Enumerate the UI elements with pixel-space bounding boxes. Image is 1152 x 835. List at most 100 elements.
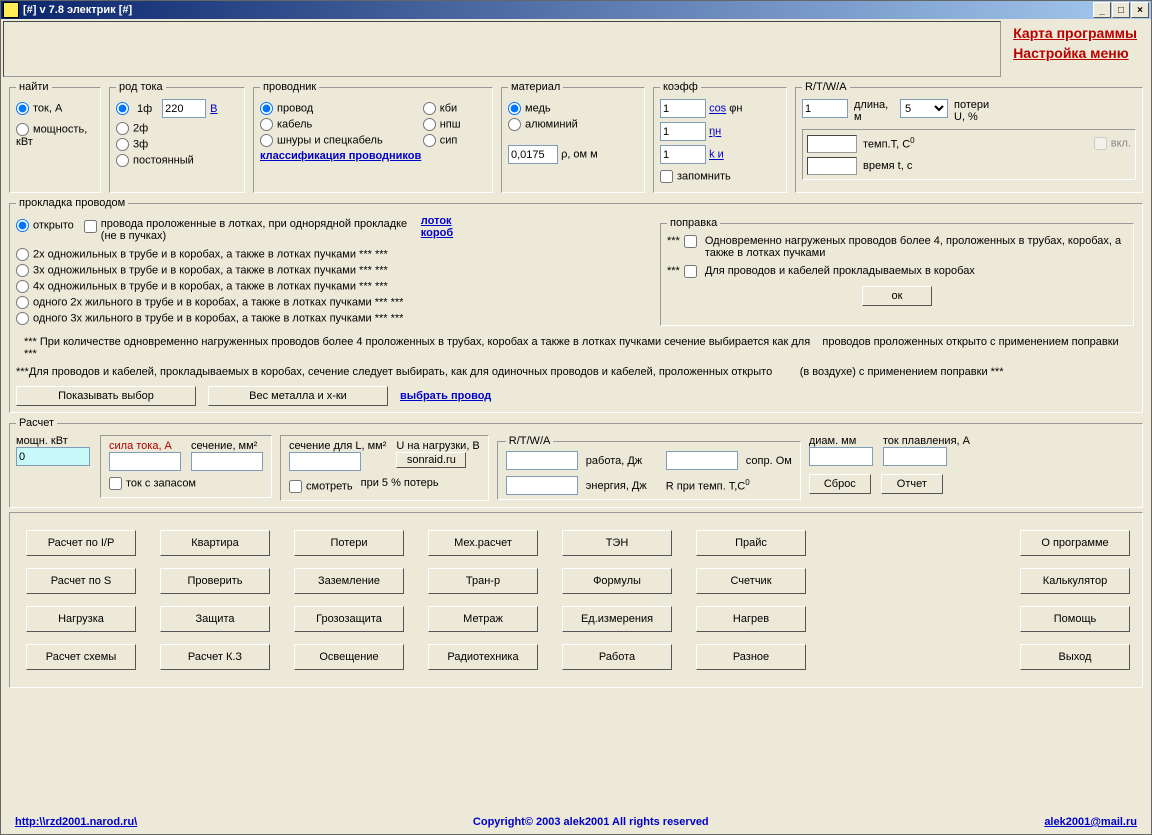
footer-url[interactable]: http:\\rzd2001.narod.ru\ [15, 816, 137, 828]
btn-radio[interactable]: Радиотехника [428, 644, 538, 670]
time-display [807, 157, 857, 175]
btn-metraj[interactable]: Метраж [428, 606, 538, 632]
ok-button[interactable]: ок [862, 286, 932, 306]
length-input[interactable] [802, 99, 848, 118]
tokpl-display [883, 447, 947, 466]
lotok-link[interactable]: лоток [421, 215, 452, 227]
sonraid-button[interactable]: sonraid.ru [396, 452, 466, 468]
btn-help[interactable]: Помощь [1020, 606, 1130, 632]
lay-r4[interactable]: одного 2х жильного в трубе и в коробах, … [16, 296, 646, 309]
mat-med[interactable]: медь [508, 102, 638, 115]
rho-input[interactable] [508, 145, 558, 164]
note2: ***Для проводов и кабелей, прокладываемы… [16, 366, 1136, 378]
btn-ten[interactable]: ТЭН [562, 530, 672, 556]
btn-kalk[interactable]: Калькулятор [1020, 568, 1130, 594]
otchet-button[interactable]: Отчет [881, 474, 943, 494]
btn-ed[interactable]: Ед.измерения [562, 606, 672, 632]
btn-price[interactable]: Прайс [696, 530, 806, 556]
btn-mex[interactable]: Мех.расчет [428, 530, 538, 556]
btn-nagrev[interactable]: Нагрев [696, 606, 806, 632]
prov-kbi[interactable]: кби [423, 102, 461, 115]
smotret-check[interactable]: смотреть [289, 480, 353, 493]
choose-link[interactable]: выбрать провод [400, 390, 491, 402]
btn-ip[interactable]: Расчет по I/P [26, 530, 136, 556]
rod-3f[interactable]: 3ф [116, 138, 238, 151]
btn-osvesh[interactable]: Освещение [294, 644, 404, 670]
map-link[interactable]: Карта программы [1013, 25, 1137, 41]
lay-open[interactable]: открыто [16, 219, 74, 232]
ki-input[interactable] [660, 145, 706, 164]
diam-display [809, 447, 873, 466]
energ-display [506, 476, 578, 495]
lay-legend: прокладка проводом [16, 197, 128, 209]
btn-zashita[interactable]: Защита [160, 606, 270, 632]
btn-formuly[interactable]: Формулы [562, 568, 672, 594]
btn-nagruzka[interactable]: Нагрузка [26, 606, 136, 632]
show-button[interactable]: Показывать выбор [16, 386, 196, 406]
btn-poteri[interactable]: Потери [294, 530, 404, 556]
find-tok[interactable]: ток, А [16, 102, 94, 115]
btn-exit[interactable]: Выход [1020, 644, 1130, 670]
lay-r5[interactable]: одного 3х жильного в трубе и в коробах, … [16, 312, 646, 325]
btn-s[interactable]: Расчет по S [26, 568, 136, 594]
sechL-label: сечение для L, мм² [289, 440, 386, 452]
ki-link[interactable]: k и [709, 149, 724, 161]
footer-mail[interactable]: alek2001@mail.ru [1044, 816, 1137, 828]
lay-r3[interactable]: 4х одножильных в трубе и в коробах, а та… [16, 280, 646, 293]
prov-sip[interactable]: сип [423, 134, 461, 147]
prov-npsh[interactable]: нпш [423, 118, 461, 131]
moshch-input[interactable] [16, 447, 90, 466]
remember-check[interactable]: запомнить [660, 170, 780, 183]
prov-group: проводник провод кабель шнуры и спецкабе… [253, 81, 493, 193]
tempT-label: темп.T, С0 [863, 136, 915, 151]
rod-1f[interactable] [116, 102, 129, 115]
btn-proverit[interactable]: Проверить [160, 568, 270, 594]
Unagr-label: U на нагрузки, В [396, 440, 479, 452]
btn-rabota[interactable]: Работа [562, 644, 672, 670]
klass-link[interactable]: классификация проводников [260, 150, 421, 162]
rod-post[interactable]: постоянный [116, 154, 238, 167]
btn-grozo[interactable]: Грозозащита [294, 606, 404, 632]
rtwa-group: R/T/W/A длина, м 5 потери U, % темп.T, С… [795, 81, 1143, 193]
maximize-icon[interactable]: □ [1112, 2, 1130, 18]
mat-al[interactable]: алюминий [508, 118, 638, 131]
close-icon[interactable]: × [1131, 2, 1149, 18]
minimize-icon[interactable]: _ [1093, 2, 1111, 18]
prov-provod[interactable]: провод [260, 102, 383, 115]
tokzap-check[interactable]: ток с запасом [109, 477, 263, 490]
V-link[interactable]: В [210, 103, 217, 115]
korob-link[interactable]: короб [421, 227, 453, 239]
footer-copy: Copyright© 2003 alek2001 All rights rese… [473, 816, 709, 828]
btn-kz[interactable]: Расчет К.З [160, 644, 270, 670]
lay-tray-check[interactable]: провода проложенные в лотках, при одноря… [84, 218, 411, 242]
btn-zazemlenie[interactable]: Заземление [294, 568, 404, 594]
btn-schetchik[interactable]: Счетчик [696, 568, 806, 594]
prov-kabel[interactable]: кабель [260, 118, 383, 131]
p2-check[interactable] [684, 265, 697, 278]
vkl-check[interactable]: вкл. [1094, 137, 1131, 150]
voltage-input[interactable] [162, 99, 206, 118]
settings-link[interactable]: Настройка меню [1013, 45, 1137, 61]
temp-display [807, 135, 857, 153]
cos-input[interactable] [660, 99, 706, 118]
weight-button[interactable]: Вес металла и х-ки [208, 386, 388, 406]
btn-kvartira[interactable]: Квартира [160, 530, 270, 556]
mat-group: материал медь алюминий ρ, ом м [501, 81, 645, 193]
btn-tranr[interactable]: Тран-р [428, 568, 538, 594]
btn-schemy[interactable]: Расчет схемы [26, 644, 136, 670]
lay-r2[interactable]: 3х одножильных в трубе и в коробах, а та… [16, 264, 646, 277]
cos-link[interactable]: cos [709, 103, 726, 115]
rod-2f[interactable]: 2ф [116, 122, 238, 135]
moshch-label: мощн. кВт [16, 435, 92, 447]
eta-input[interactable] [660, 122, 706, 141]
lay-r1[interactable]: 2х одножильных в трубе и в коробах, а та… [16, 248, 646, 261]
find-moshch[interactable]: мощность, кВт [16, 123, 94, 148]
btn-about[interactable]: О программе [1020, 530, 1130, 556]
eta-link[interactable]: ηн [709, 126, 721, 138]
prov-shnury[interactable]: шнуры и спецкабель [260, 134, 383, 147]
p1-check[interactable] [684, 235, 697, 248]
sbros-button[interactable]: Сброс [809, 474, 871, 494]
btn-raznoe[interactable]: Разное [696, 644, 806, 670]
mat-legend: материал [508, 81, 563, 93]
loss-select[interactable]: 5 [900, 99, 948, 118]
